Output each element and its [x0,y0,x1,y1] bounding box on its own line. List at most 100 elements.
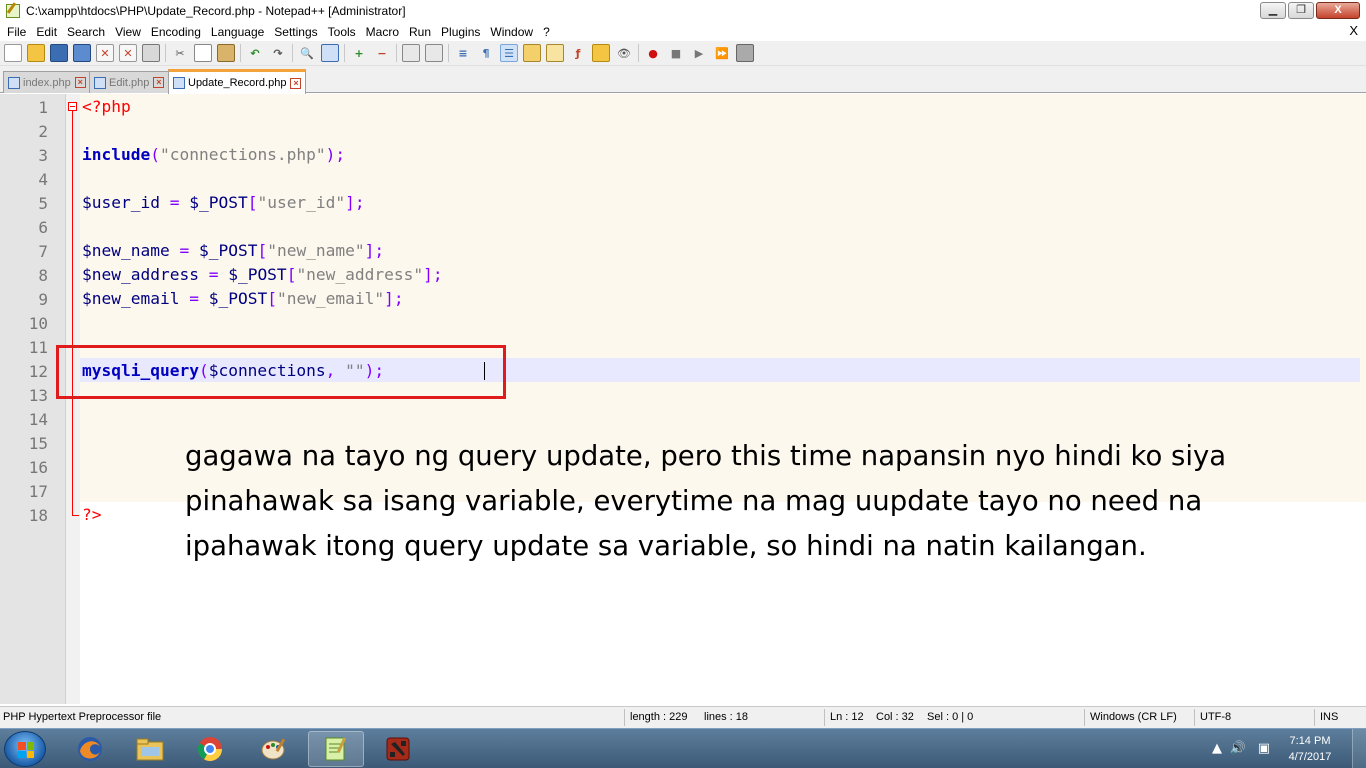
toolbar: ​ ✕ ✕ ✂ ↶ ↷ 🔍 + − ≡ ¶ ☰ ƒ 👁 ● ■ ▶ ⏩ [0,41,1366,66]
minimize-button[interactable]: ▁ [1260,2,1286,19]
menu-file[interactable]: File [2,25,31,39]
line-number: 6 [38,218,48,237]
tab-close-icon[interactable]: × [74,77,86,88]
line-number: 14 [28,410,48,429]
menu-plugins[interactable]: Plugins [436,25,485,39]
toolbar-separator [240,44,241,62]
code-line-18: ?> [82,505,102,524]
notepad-plus-plus-taskbar-button[interactable] [308,731,364,767]
word-wrap-icon[interactable]: ≡ [454,44,472,62]
windows-taskbar: ▲ 🔊 ▣ 7:14 PM 4/7/2017 [0,728,1366,768]
firefox-taskbar-button[interactable] [62,731,118,767]
code-editor[interactable]: 1 2 3 4 5 6 7 8 9 10 11 12 13 14 15 16 1… [0,94,1366,704]
show-hidden-icons-icon[interactable]: ▲ [1212,741,1222,756]
system-clock[interactable]: 7:14 PM 4/7/2017 [1280,733,1340,765]
fold-toggle-icon[interactable] [68,102,77,111]
print-icon[interactable] [142,44,160,62]
zoom-out-icon[interactable]: − [373,44,391,62]
menu-edit[interactable]: Edit [31,25,62,39]
sync-horizontal-icon[interactable] [425,44,443,62]
code-line-8: $new_address = $_POST["new_address"]; [82,265,443,284]
sync-vertical-icon[interactable] [402,44,420,62]
record-macro-icon[interactable]: ● [644,44,662,62]
status-divider [1314,709,1315,726]
show-desktop-button[interactable] [1352,729,1366,768]
file-explorer-taskbar-button[interactable] [122,731,178,767]
code-line-5: $user_id = $_POST["user_id"]; [82,193,365,212]
variable: $_POST [228,265,287,284]
variable: $new_name [82,241,170,260]
annotation-text: gagawa na tayo ng query update, pero thi… [185,440,1227,562]
show-all-chars-icon[interactable]: ¶ [477,44,495,62]
paint-taskbar-button[interactable] [246,731,302,767]
tab-close-icon[interactable]: × [153,77,165,88]
variable: $user_id [82,193,160,212]
undo-icon[interactable]: ↶ [246,44,264,62]
find-icon[interactable]: 🔍 [298,44,316,62]
play-macro-icon[interactable]: ▶ [690,44,708,62]
menu-language[interactable]: Language [206,25,269,39]
status-eol: Windows (CR LF) [1090,711,1177,723]
menu-window[interactable]: Window [485,25,538,39]
status-divider [1084,709,1085,726]
cut-icon[interactable]: ✂ [171,44,189,62]
menu-run[interactable]: Run [404,25,436,39]
toolbar-separator [448,44,449,62]
run-macro-multiple-icon[interactable]: ⏩ [713,44,731,62]
chrome-taskbar-button[interactable] [182,731,238,767]
close-button[interactable]: X [1316,2,1360,19]
close-all-icon[interactable]: ✕ [119,44,137,62]
tab-label: Edit.php [109,76,150,89]
monitoring-icon[interactable]: 👁 [615,44,633,62]
start-button[interactable] [4,731,46,767]
redo-icon[interactable]: ↷ [269,44,287,62]
status-col: Col : 32 [876,711,914,723]
save-all-icon[interactable] [73,44,91,62]
tab-close-icon[interactable]: × [290,77,302,89]
doc-map-icon[interactable] [546,44,564,62]
tab-update-record-php[interactable]: Update_Record.php × [168,69,307,94]
status-divider [624,709,625,726]
operator: [ [257,241,268,260]
network-icon[interactable]: ▣ [1258,741,1270,756]
new-file-icon[interactable]: ​ [4,44,22,62]
stop-macro-icon[interactable]: ■ [667,44,685,62]
save-macro-icon[interactable] [736,44,754,62]
toolbar-separator [344,44,345,62]
menu-encoding[interactable]: Encoding [146,25,206,39]
copy-icon[interactable] [194,44,212,62]
paste-icon[interactable] [217,44,235,62]
menu-macro[interactable]: Macro [361,25,404,39]
menu-tools[interactable]: Tools [323,25,361,39]
menu-view[interactable]: View [110,25,146,39]
volume-icon[interactable]: 🔊 [1230,741,1246,756]
user-lang-icon[interactable] [523,44,541,62]
close-document-button[interactable]: X [1349,23,1358,38]
open-file-icon[interactable] [27,44,45,62]
line-number: 5 [38,194,48,213]
tab-edit-php[interactable]: Edit.php × [89,71,170,93]
string-literal: "connections.php" [159,145,326,164]
menu-settings[interactable]: Settings [269,25,322,39]
function-list-icon[interactable]: ƒ [569,44,587,62]
indent-guide-icon[interactable]: ☰ [500,44,518,62]
code-line-7: $new_name = $_POST["new_name"]; [82,241,384,260]
maximize-button[interactable]: ❐ [1288,2,1314,19]
operator: = [179,289,209,308]
dota2-taskbar-button[interactable] [370,731,426,767]
zoom-in-icon[interactable]: + [350,44,368,62]
save-icon[interactable] [50,44,68,62]
tab-index-php[interactable]: index.php × [3,71,91,93]
menu-search[interactable]: Search [62,25,110,39]
line-number: 7 [38,242,48,261]
line-number: 9 [38,290,48,309]
string-literal: "new_email" [276,289,385,308]
status-ln: Ln : 12 [830,711,864,723]
replace-icon[interactable] [321,44,339,62]
menu-help[interactable]: ? [538,25,555,39]
folder-workspace-icon[interactable] [592,44,610,62]
line-number: 16 [28,458,48,477]
notepad-plus-plus-icon [6,4,20,18]
line-number-gutter: 1 2 3 4 5 6 7 8 9 10 11 12 13 14 15 16 1… [0,94,66,704]
close-icon[interactable]: ✕ [96,44,114,62]
